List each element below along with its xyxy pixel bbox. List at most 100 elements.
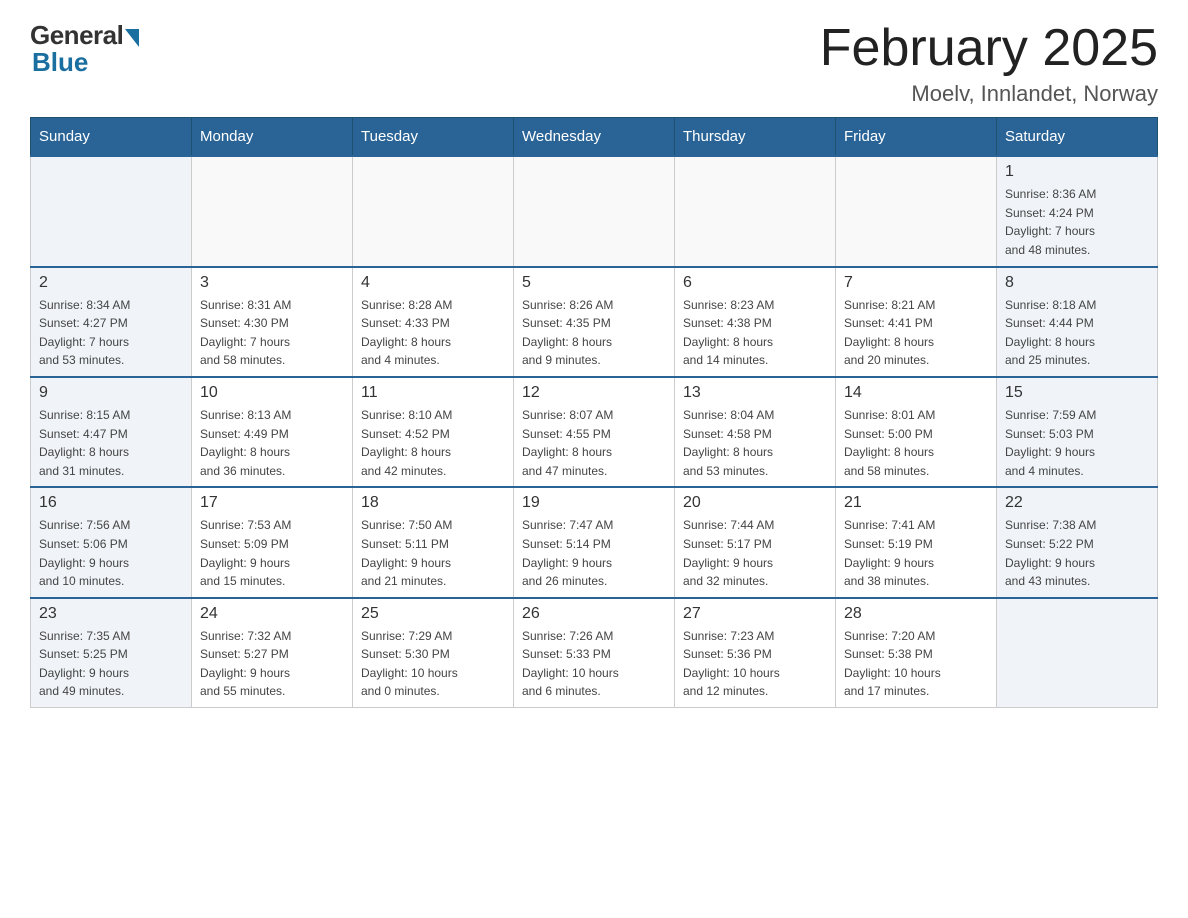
logo-arrow-icon: [125, 29, 139, 47]
calendar-cell: 2 Sunrise: 8:34 AMSunset: 4:27 PMDaylight…: [31, 267, 192, 377]
day-info: Sunrise: 8:31 AMSunset: 4:30 PMDaylight:…: [200, 296, 344, 370]
calendar-cell: [31, 156, 192, 266]
day-number: 3: [200, 274, 344, 292]
day-info: Sunrise: 8:10 AMSunset: 4:52 PMDaylight:…: [361, 406, 505, 480]
calendar-cell: 22 Sunrise: 7:38 AMSunset: 5:22 PMDayligh…: [997, 487, 1158, 597]
week-row-5: 23 Sunrise: 7:35 AMSunset: 5:25 PMDayligh…: [31, 598, 1158, 708]
day-info: Sunrise: 7:35 AMSunset: 5:25 PMDaylight:…: [39, 627, 183, 701]
logo-blue-text: Blue: [30, 47, 88, 78]
day-info: Sunrise: 8:23 AMSunset: 4:38 PMDaylight:…: [683, 296, 827, 370]
day-number: 8: [1005, 274, 1149, 292]
calendar-cell: 3 Sunrise: 8:31 AMSunset: 4:30 PMDaylight…: [192, 267, 353, 377]
day-info: Sunrise: 7:47 AMSunset: 5:14 PMDaylight:…: [522, 516, 666, 590]
weekday-header-thursday: Thursday: [675, 118, 836, 157]
day-number: 28: [844, 605, 988, 623]
logo: General Blue: [30, 20, 139, 78]
calendar-cell: 20 Sunrise: 7:44 AMSunset: 5:17 PMDayligh…: [675, 487, 836, 597]
day-info: Sunrise: 7:53 AMSunset: 5:09 PMDaylight:…: [200, 516, 344, 590]
day-number: 26: [522, 605, 666, 623]
day-number: 20: [683, 494, 827, 512]
day-number: 16: [39, 494, 183, 512]
day-info: Sunrise: 7:44 AMSunset: 5:17 PMDaylight:…: [683, 516, 827, 590]
day-number: 21: [844, 494, 988, 512]
day-number: 25: [361, 605, 505, 623]
day-number: 9: [39, 384, 183, 402]
calendar-cell: [514, 156, 675, 266]
calendar-cell: [836, 156, 997, 266]
day-number: 19: [522, 494, 666, 512]
day-number: 7: [844, 274, 988, 292]
calendar-cell: 27 Sunrise: 7:23 AMSunset: 5:36 PMDayligh…: [675, 598, 836, 708]
day-number: 22: [1005, 494, 1149, 512]
day-info: Sunrise: 7:32 AMSunset: 5:27 PMDaylight:…: [200, 627, 344, 701]
day-number: 14: [844, 384, 988, 402]
calendar-cell: 11 Sunrise: 8:10 AMSunset: 4:52 PMDayligh…: [353, 377, 514, 487]
day-info: Sunrise: 7:26 AMSunset: 5:33 PMDaylight:…: [522, 627, 666, 701]
day-number: 2: [39, 274, 183, 292]
day-info: Sunrise: 7:23 AMSunset: 5:36 PMDaylight:…: [683, 627, 827, 701]
day-info: Sunrise: 8:36 AMSunset: 4:24 PMDaylight:…: [1005, 185, 1149, 259]
weekday-header-row: SundayMondayTuesdayWednesdayThursdayFrid…: [31, 118, 1158, 157]
calendar-cell: 16Sunrise: 7:56 AMSunset: 5:06 PMDayligh…: [31, 487, 192, 597]
calendar-cell: [675, 156, 836, 266]
weekday-header-wednesday: Wednesday: [514, 118, 675, 157]
day-info: Sunrise: 7:59 AMSunset: 5:03 PMDaylight:…: [1005, 406, 1149, 480]
day-number: 11: [361, 384, 505, 402]
day-number: 24: [200, 605, 344, 623]
day-number: 4: [361, 274, 505, 292]
weekday-header-saturday: Saturday: [997, 118, 1158, 157]
day-number: 17: [200, 494, 344, 512]
day-info: Sunrise: 8:01 AMSunset: 5:00 PMDaylight:…: [844, 406, 988, 480]
calendar-cell: 13Sunrise: 8:04 AMSunset: 4:58 PMDayligh…: [675, 377, 836, 487]
calendar-cell: 8 Sunrise: 8:18 AMSunset: 4:44 PMDaylight…: [997, 267, 1158, 377]
title-section: February 2025 Moelv, Innlandet, Norway: [820, 20, 1158, 107]
weekday-header-tuesday: Tuesday: [353, 118, 514, 157]
calendar-table: SundayMondayTuesdayWednesdayThursdayFrid…: [30, 117, 1158, 708]
calendar-cell: 7Sunrise: 8:21 AMSunset: 4:41 PMDaylight…: [836, 267, 997, 377]
week-row-1: 1 Sunrise: 8:36 AMSunset: 4:24 PMDaylight…: [31, 156, 1158, 266]
day-number: 12: [522, 384, 666, 402]
week-row-3: 9 Sunrise: 8:15 AMSunset: 4:47 PMDaylight…: [31, 377, 1158, 487]
day-info: Sunrise: 8:34 AMSunset: 4:27 PMDaylight:…: [39, 296, 183, 370]
day-info: Sunrise: 7:38 AMSunset: 5:22 PMDaylight:…: [1005, 516, 1149, 590]
calendar-cell: 14 Sunrise: 8:01 AMSunset: 5:00 PMDayligh…: [836, 377, 997, 487]
calendar-cell: 18 Sunrise: 7:50 AMSunset: 5:11 PMDayligh…: [353, 487, 514, 597]
day-info: Sunrise: 8:04 AMSunset: 4:58 PMDaylight:…: [683, 406, 827, 480]
calendar-cell: 21 Sunrise: 7:41 AMSunset: 5:19 PMDayligh…: [836, 487, 997, 597]
day-number: 23: [39, 605, 183, 623]
day-info: Sunrise: 7:50 AMSunset: 5:11 PMDaylight:…: [361, 516, 505, 590]
calendar-cell: 26 Sunrise: 7:26 AMSunset: 5:33 PMDayligh…: [514, 598, 675, 708]
weekday-header-friday: Friday: [836, 118, 997, 157]
day-number: 18: [361, 494, 505, 512]
calendar-cell: [997, 598, 1158, 708]
day-info: Sunrise: 8:13 AMSunset: 4:49 PMDaylight:…: [200, 406, 344, 480]
calendar-cell: 12 Sunrise: 8:07 AMSunset: 4:55 PMDayligh…: [514, 377, 675, 487]
day-number: 5: [522, 274, 666, 292]
calendar-cell: 28 Sunrise: 7:20 AMSunset: 5:38 PMDayligh…: [836, 598, 997, 708]
calendar-cell: 9 Sunrise: 8:15 AMSunset: 4:47 PMDaylight…: [31, 377, 192, 487]
day-info: Sunrise: 7:41 AMSunset: 5:19 PMDaylight:…: [844, 516, 988, 590]
calendar-header: SundayMondayTuesdayWednesdayThursdayFrid…: [31, 118, 1158, 157]
calendar-title: February 2025: [820, 20, 1158, 77]
day-info: Sunrise: 7:20 AMSunset: 5:38 PMDaylight:…: [844, 627, 988, 701]
calendar-cell: 19 Sunrise: 7:47 AMSunset: 5:14 PMDayligh…: [514, 487, 675, 597]
day-info: Sunrise: 8:28 AMSunset: 4:33 PMDaylight:…: [361, 296, 505, 370]
calendar-cell: 15Sunrise: 7:59 AMSunset: 5:03 PMDayligh…: [997, 377, 1158, 487]
calendar-subtitle: Moelv, Innlandet, Norway: [820, 81, 1158, 107]
day-number: 1: [1005, 163, 1149, 181]
calendar-cell: [353, 156, 514, 266]
day-number: 27: [683, 605, 827, 623]
day-info: Sunrise: 8:15 AMSunset: 4:47 PMDaylight:…: [39, 406, 183, 480]
day-info: Sunrise: 8:26 AMSunset: 4:35 PMDaylight:…: [522, 296, 666, 370]
day-number: 10: [200, 384, 344, 402]
weekday-header-monday: Monday: [192, 118, 353, 157]
calendar-cell: 10 Sunrise: 8:13 AMSunset: 4:49 PMDayligh…: [192, 377, 353, 487]
calendar-cell: 6 Sunrise: 8:23 AMSunset: 4:38 PMDaylight…: [675, 267, 836, 377]
day-info: Sunrise: 7:29 AMSunset: 5:30 PMDaylight:…: [361, 627, 505, 701]
day-info: Sunrise: 8:07 AMSunset: 4:55 PMDaylight:…: [522, 406, 666, 480]
day-info: Sunrise: 8:18 AMSunset: 4:44 PMDaylight:…: [1005, 296, 1149, 370]
calendar-cell: 5 Sunrise: 8:26 AMSunset: 4:35 PMDaylight…: [514, 267, 675, 377]
day-number: 6: [683, 274, 827, 292]
calendar-cell: [192, 156, 353, 266]
calendar-body: 1 Sunrise: 8:36 AMSunset: 4:24 PMDaylight…: [31, 156, 1158, 707]
